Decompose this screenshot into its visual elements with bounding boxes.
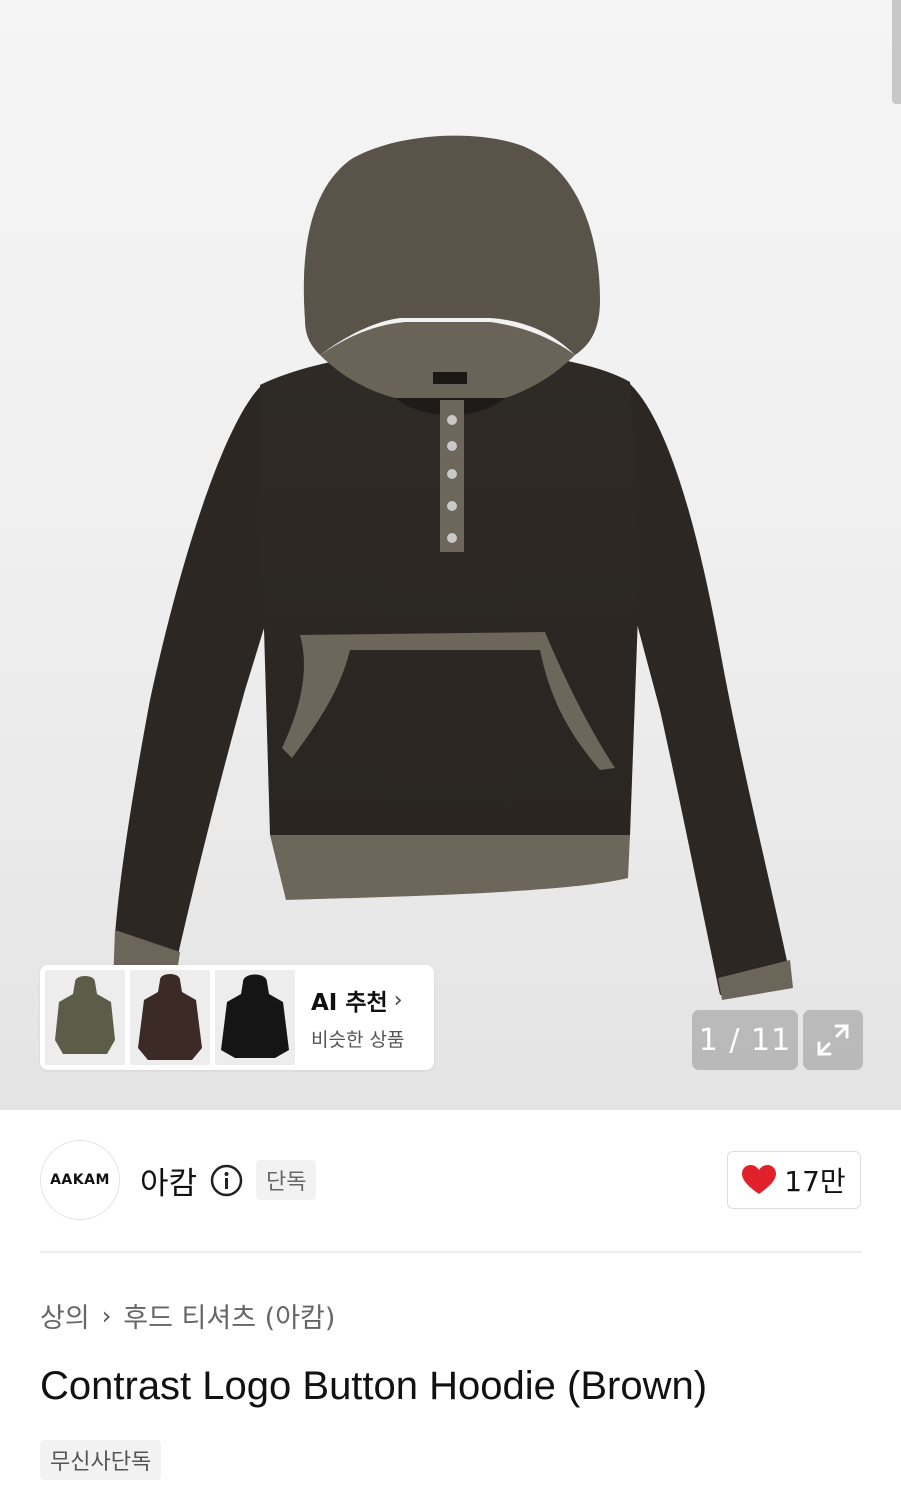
ai-recommend-card[interactable]: AI 추천 › 비슷한 상품: [40, 965, 434, 1070]
brand-logo[interactable]: AAKAM: [40, 1140, 120, 1220]
product-tag-label: 무신사단독: [50, 1450, 152, 1475]
expand-icon: [817, 1024, 849, 1056]
breadcrumb-subcategory[interactable]: 후드 티셔츠 (아캄): [123, 1296, 335, 1335]
ai-recommend-title[interactable]: AI 추천 ›: [311, 983, 404, 1017]
chevron-right-icon: ›: [393, 987, 403, 1013]
like-count: 17만: [784, 1165, 846, 1198]
like-button[interactable]: 17만: [727, 1151, 861, 1209]
recommend-thumbnail[interactable]: [45, 970, 125, 1065]
product-main-image[interactable]: [0, 0, 901, 1110]
heart-icon: [742, 1165, 777, 1194]
product-title: Contrast Logo Button Hoodie (Brown): [40, 1364, 708, 1408]
breadcrumb: 상의 › 후드 티셔츠 (아캄): [40, 1296, 335, 1335]
product-tag: 무신사단독: [40, 1440, 162, 1480]
recommend-thumbnail[interactable]: [130, 970, 210, 1065]
ai-recommend-label: AI 추천: [311, 990, 388, 1016]
image-counter: 1 / 11: [692, 1010, 798, 1070]
exclusive-badge-label: 단독: [266, 1170, 307, 1195]
divider: [40, 1251, 862, 1253]
brand-logo-text: AAKAM: [50, 1172, 110, 1188]
brand-name[interactable]: 아캄: [140, 1158, 197, 1203]
info-icon[interactable]: [210, 1164, 243, 1197]
breadcrumb-category[interactable]: 상의: [40, 1296, 90, 1335]
chevron-right-icon: ›: [101, 1301, 112, 1330]
exclusive-badge: 단독: [256, 1160, 317, 1200]
expand-button[interactable]: [803, 1010, 863, 1070]
recommend-thumbnail[interactable]: [215, 970, 295, 1065]
ai-recommend-subtitle: 비슷한 상품: [311, 1029, 405, 1051]
product-image-gallery[interactable]: AI 추천 › 비슷한 상품 1 / 11: [0, 0, 901, 1110]
